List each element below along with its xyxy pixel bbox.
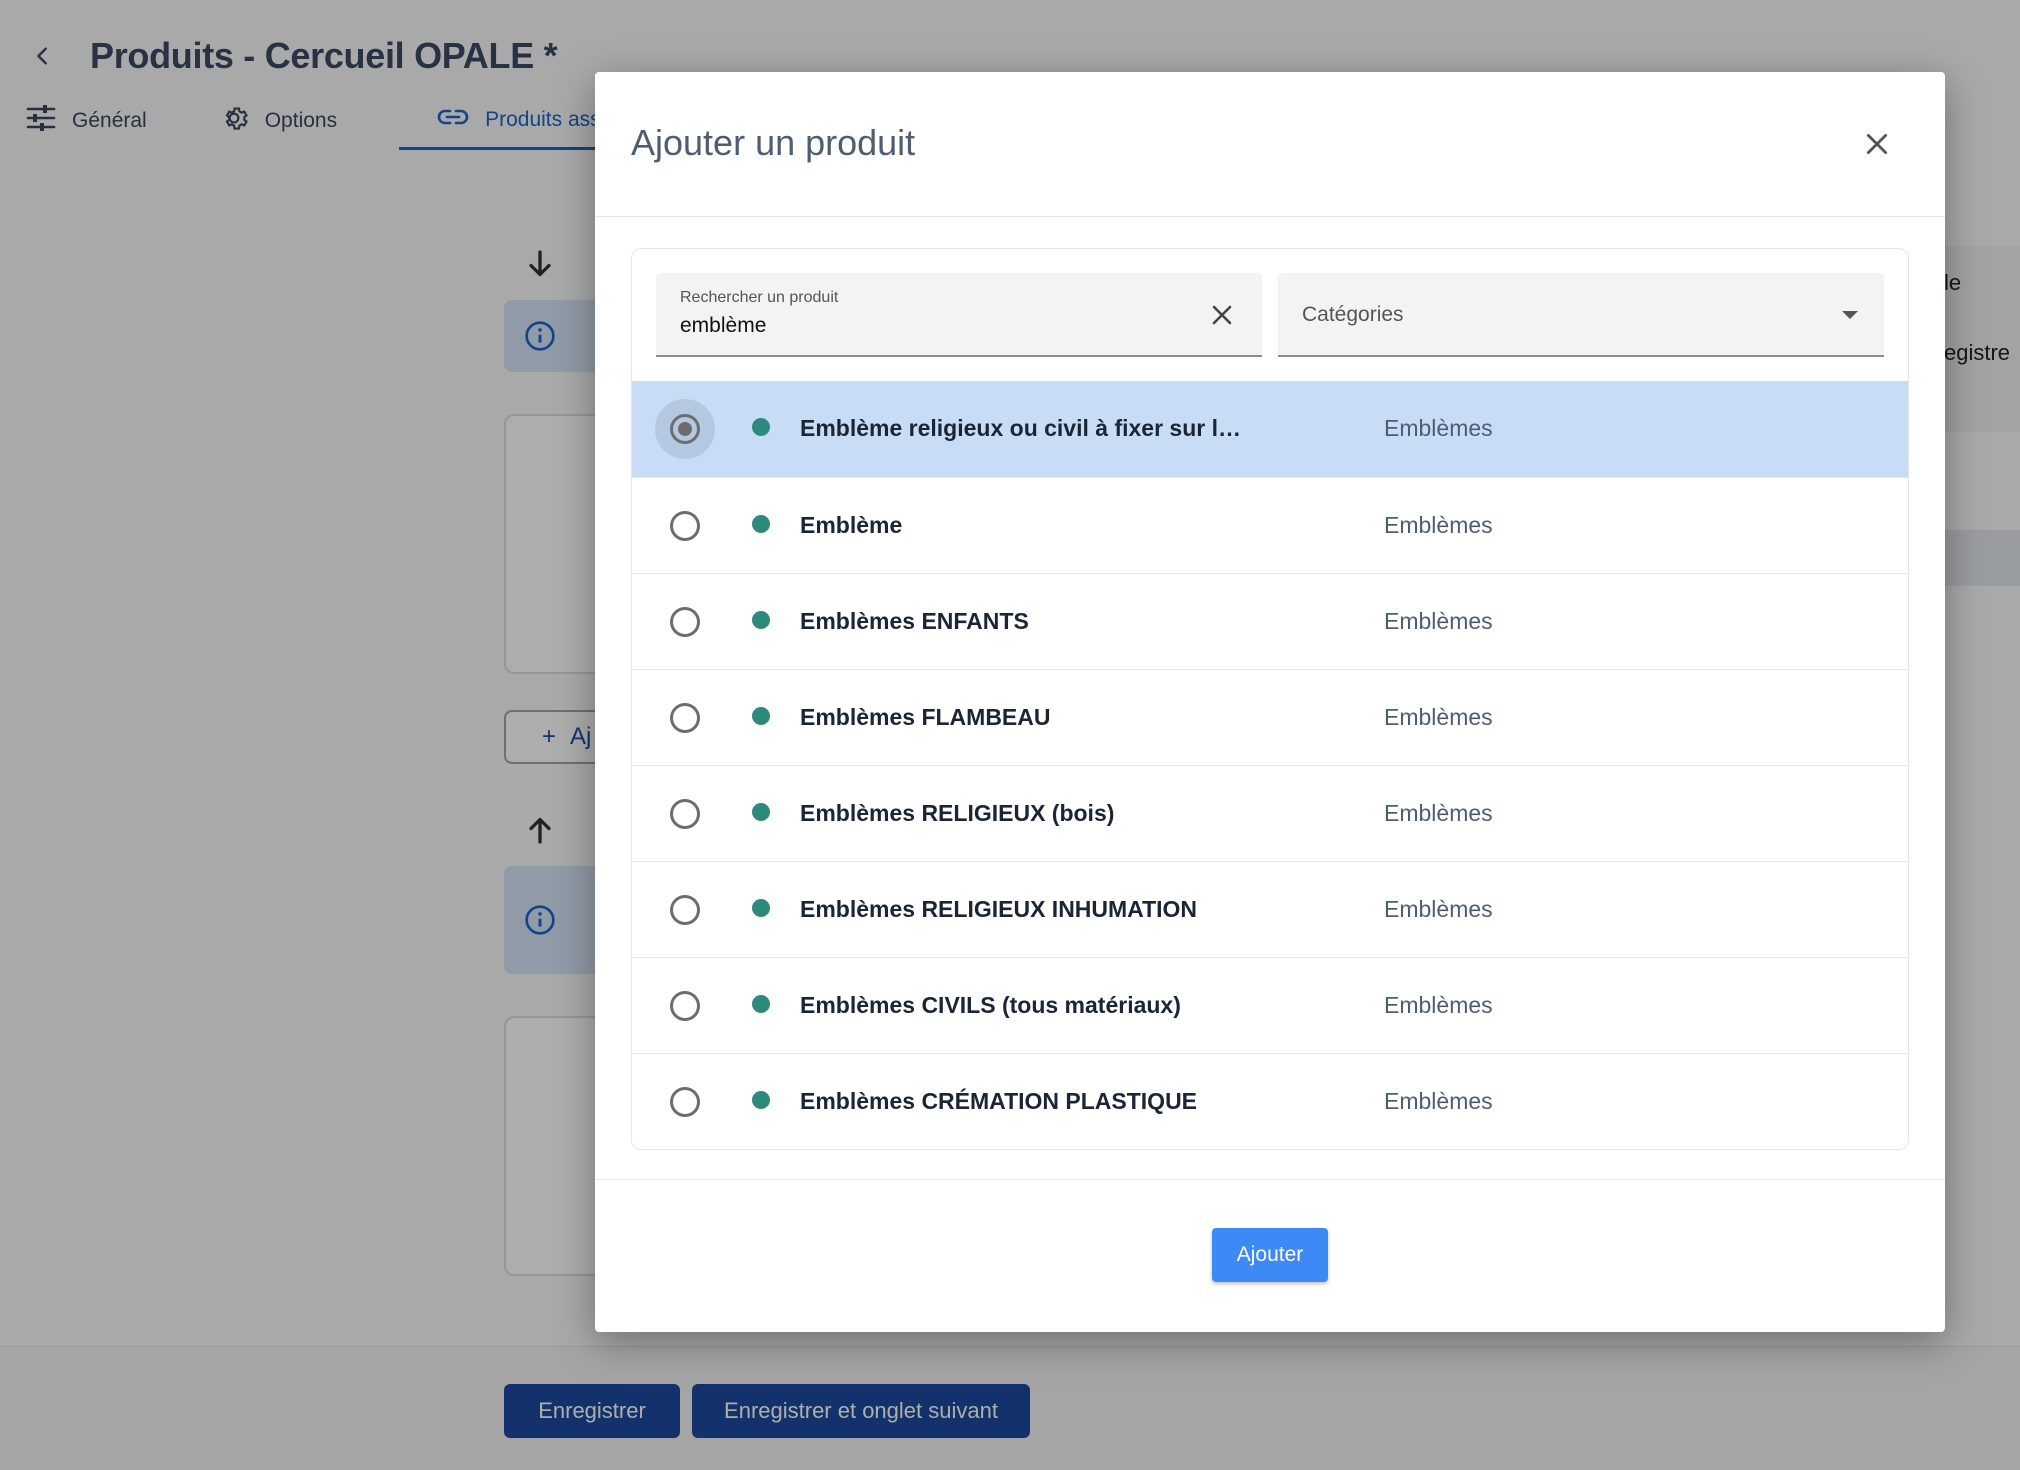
dialog-body: Rechercher un produit Catégories Emblème… bbox=[631, 248, 1909, 1150]
product-category: Emblèmes bbox=[1384, 896, 1493, 922]
add-button[interactable]: Ajouter bbox=[1212, 1228, 1328, 1282]
product-row[interactable]: Emblème Emblèmes bbox=[632, 477, 1908, 573]
dialog-header: Ajouter un produit bbox=[595, 72, 1945, 217]
product-row[interactable]: Emblèmes RELIGIEUX (bois) Emblèmes bbox=[632, 765, 1908, 861]
product-row[interactable]: Emblèmes FLAMBEAU Emblèmes bbox=[632, 669, 1908, 765]
radio-circle bbox=[670, 511, 700, 541]
radio-circle bbox=[670, 799, 700, 829]
status-dot bbox=[752, 611, 770, 629]
product-category: Emblèmes bbox=[1384, 512, 1493, 538]
radio-button[interactable] bbox=[655, 399, 715, 459]
product-name: Emblèmes ENFANTS bbox=[800, 608, 1029, 634]
product-category: Emblèmes bbox=[1384, 800, 1493, 826]
product-category: Emblèmes bbox=[1384, 608, 1493, 634]
radio-circle bbox=[670, 414, 700, 444]
product-name: Emblèmes CIVILS (tous matériaux) bbox=[800, 992, 1181, 1018]
search-input[interactable] bbox=[680, 311, 1180, 341]
product-category: Emblèmes bbox=[1384, 992, 1493, 1018]
add-product-dialog: Ajouter un produit Rechercher un produit… bbox=[595, 72, 1945, 1332]
product-name: Emblème bbox=[800, 512, 903, 538]
categories-label: Catégories bbox=[1302, 303, 1404, 326]
status-dot bbox=[752, 1091, 770, 1109]
product-row[interactable]: Emblème religieux ou civil à fixer sur l… bbox=[632, 381, 1908, 477]
radio-circle bbox=[670, 1087, 700, 1117]
radio-button[interactable] bbox=[655, 784, 715, 844]
radio-circle bbox=[670, 607, 700, 637]
status-dot bbox=[752, 515, 770, 533]
status-dot bbox=[752, 707, 770, 725]
clear-icon[interactable] bbox=[1204, 297, 1240, 333]
caret-down-icon bbox=[1838, 305, 1862, 325]
categories-select[interactable]: Catégories bbox=[1278, 273, 1884, 357]
product-name: Emblèmes CRÉMATION PLASTIQUE bbox=[800, 1088, 1198, 1114]
product-row[interactable]: Emblèmes RELIGIEUX INHUMATION Emblèmes bbox=[632, 861, 1908, 957]
search-field[interactable]: Rechercher un produit bbox=[656, 273, 1262, 357]
status-dot bbox=[752, 803, 770, 821]
product-row[interactable]: Emblèmes CRÉMATION PLASTIQUE Emblèmes bbox=[632, 1053, 1908, 1149]
product-category: Emblèmes bbox=[1384, 704, 1493, 730]
product-row[interactable]: Emblèmes ENFANTS Emblèmes bbox=[632, 573, 1908, 669]
radio-button[interactable] bbox=[655, 496, 715, 556]
product-name: Emblèmes FLAMBEAU bbox=[800, 704, 1051, 730]
close-icon[interactable] bbox=[1857, 124, 1897, 164]
radio-circle bbox=[670, 703, 700, 733]
radio-circle bbox=[670, 991, 700, 1021]
search-label: Rechercher un produit bbox=[680, 289, 839, 306]
dialog-footer: Ajouter bbox=[595, 1179, 1945, 1332]
radio-button[interactable] bbox=[655, 688, 715, 748]
product-row[interactable]: Emblèmes CIVILS (tous matériaux) Emblème… bbox=[632, 957, 1908, 1053]
radio-button[interactable] bbox=[655, 880, 715, 940]
dialog-title: Ajouter un produit bbox=[631, 122, 916, 163]
product-list: Emblème religieux ou civil à fixer sur l… bbox=[632, 381, 1908, 1149]
radio-circle bbox=[670, 895, 700, 925]
product-category: Emblèmes bbox=[1384, 415, 1493, 441]
radio-button[interactable] bbox=[655, 592, 715, 652]
status-dot bbox=[752, 995, 770, 1013]
radio-button[interactable] bbox=[655, 1072, 715, 1132]
product-name: Emblèmes RELIGIEUX (bois) bbox=[800, 800, 1115, 826]
product-name: Emblème religieux ou civil à fixer sur l… bbox=[800, 415, 1250, 441]
product-name: Emblèmes RELIGIEUX INHUMATION bbox=[800, 896, 1198, 922]
status-dot bbox=[752, 899, 770, 917]
radio-dot bbox=[678, 422, 692, 436]
radio-button[interactable] bbox=[655, 976, 715, 1036]
filter-bar: Rechercher un produit Catégories bbox=[632, 249, 1908, 381]
status-dot bbox=[752, 418, 770, 436]
product-category: Emblèmes bbox=[1384, 1088, 1493, 1114]
